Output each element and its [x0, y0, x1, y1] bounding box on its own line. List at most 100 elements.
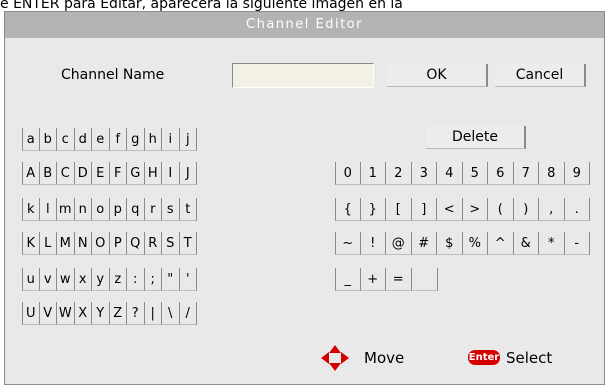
- left-key[interactable]: v: [39, 268, 57, 291]
- left-key[interactable]: l: [39, 198, 57, 221]
- left-key[interactable]: m: [57, 198, 75, 221]
- left-key[interactable]: U: [22, 302, 40, 325]
- left-key[interactable]: y: [92, 268, 110, 291]
- left-key[interactable]: z: [109, 268, 127, 291]
- left-key[interactable]: d: [74, 128, 92, 151]
- right-key[interactable]: 8: [539, 162, 565, 185]
- right-key[interactable]: %: [462, 232, 488, 255]
- left-key[interactable]: ;: [144, 268, 162, 291]
- left-key[interactable]: n: [74, 198, 92, 221]
- right-key[interactable]: .: [564, 198, 590, 221]
- left-key[interactable]: E: [92, 162, 110, 185]
- left-key[interactable]: H: [144, 162, 162, 185]
- left-row: u v w x y z:; " ': [22, 268, 197, 291]
- left-key[interactable]: F: [109, 162, 127, 185]
- left-key[interactable]: Z: [109, 302, 127, 325]
- left-key[interactable]: B: [39, 162, 57, 185]
- right-key[interactable]: <: [437, 198, 463, 221]
- left-key[interactable]: h: [144, 128, 162, 151]
- delete-button[interactable]: Delete: [426, 126, 526, 149]
- right-key[interactable]: *: [539, 232, 565, 255]
- right-key[interactable]: 4: [437, 162, 463, 185]
- left-key[interactable]: I: [162, 162, 180, 185]
- right-key[interactable]: ^: [488, 232, 514, 255]
- left-key[interactable]: w: [57, 268, 75, 291]
- left-key[interactable]: Y: [92, 302, 110, 325]
- right-key[interactable]: #: [411, 232, 437, 255]
- left-key[interactable]: r: [144, 198, 162, 221]
- left-key[interactable]: ": [162, 268, 180, 291]
- left-key[interactable]: T: [179, 232, 197, 255]
- left-key[interactable]: o: [92, 198, 110, 221]
- left-key[interactable]: P: [109, 232, 127, 255]
- left-key[interactable]: /: [179, 302, 197, 325]
- left-key[interactable]: u: [22, 268, 40, 291]
- channel-name-input[interactable]: [232, 63, 374, 88]
- left-key[interactable]: f: [109, 128, 127, 151]
- left-key[interactable]: c: [57, 128, 75, 151]
- right-key[interactable]: !: [360, 232, 386, 255]
- right-key[interactable]: [: [386, 198, 412, 221]
- left-key[interactable]: g: [127, 128, 145, 151]
- left-key[interactable]: q: [127, 198, 145, 221]
- left-key[interactable]: N: [74, 232, 92, 255]
- right-key[interactable]: >: [462, 198, 488, 221]
- left-key[interactable]: s: [162, 198, 180, 221]
- right-key[interactable]: +: [360, 268, 386, 291]
- right-key[interactable]: 7: [513, 162, 539, 185]
- right-key[interactable]: =: [386, 268, 412, 291]
- left-key[interactable]: K: [22, 232, 40, 255]
- left-key[interactable]: V: [39, 302, 57, 325]
- right-key[interactable]: (: [488, 198, 514, 221]
- left-key[interactable]: ': [179, 268, 197, 291]
- left-key[interactable]: a: [22, 128, 40, 151]
- left-key[interactable]: ?: [127, 302, 145, 325]
- right-key[interactable]: 6: [488, 162, 514, 185]
- right-key[interactable]: 9: [564, 162, 590, 185]
- left-key[interactable]: M: [57, 232, 75, 255]
- ok-button[interactable]: OK: [387, 64, 488, 87]
- left-key[interactable]: A: [22, 162, 40, 185]
- left-key[interactable]: L: [39, 232, 57, 255]
- right-key[interactable]: 1: [360, 162, 386, 185]
- left-key[interactable]: :: [127, 268, 145, 291]
- right-key[interactable]: 0: [335, 162, 361, 185]
- left-key[interactable]: R: [144, 232, 162, 255]
- right-key[interactable]: ]: [411, 198, 437, 221]
- right-key[interactable]: ~: [335, 232, 361, 255]
- left-key[interactable]: e: [92, 128, 110, 151]
- left-key[interactable]: i: [162, 128, 180, 151]
- right-key[interactable]: [411, 268, 438, 291]
- left-key[interactable]: Q: [127, 232, 145, 255]
- left-key[interactable]: j: [179, 128, 197, 151]
- left-key[interactable]: J: [179, 162, 197, 185]
- right-key[interactable]: -: [564, 232, 590, 255]
- left-key[interactable]: W: [57, 302, 75, 325]
- left-key[interactable]: k: [22, 198, 40, 221]
- select-label: Select: [506, 349, 553, 367]
- right-key[interactable]: $: [437, 232, 463, 255]
- right-key[interactable]: 5: [462, 162, 488, 185]
- left-key[interactable]: X: [74, 302, 92, 325]
- left-key[interactable]: t: [179, 198, 197, 221]
- right-key[interactable]: ,: [539, 198, 565, 221]
- right-key[interactable]: &: [513, 232, 539, 255]
- right-key[interactable]: 2: [386, 162, 412, 185]
- cancel-button[interactable]: Cancel: [495, 64, 586, 87]
- left-key[interactable]: x: [74, 268, 92, 291]
- left-key[interactable]: G: [127, 162, 145, 185]
- left-key[interactable]: p: [109, 198, 127, 221]
- left-key[interactable]: S: [162, 232, 180, 255]
- left-key[interactable]: C: [57, 162, 75, 185]
- right-key[interactable]: @: [386, 232, 412, 255]
- right-key[interactable]: }: [360, 198, 386, 221]
- left-key[interactable]: D: [74, 162, 92, 185]
- left-key[interactable]: O: [92, 232, 110, 255]
- right-key[interactable]: {: [335, 198, 361, 221]
- right-key[interactable]: 3: [411, 162, 437, 185]
- left-key[interactable]: |: [144, 302, 162, 325]
- left-key[interactable]: b: [39, 128, 57, 151]
- right-key[interactable]: ): [513, 198, 539, 221]
- left-key[interactable]: \: [162, 302, 180, 325]
- right-key[interactable]: _: [335, 268, 361, 291]
